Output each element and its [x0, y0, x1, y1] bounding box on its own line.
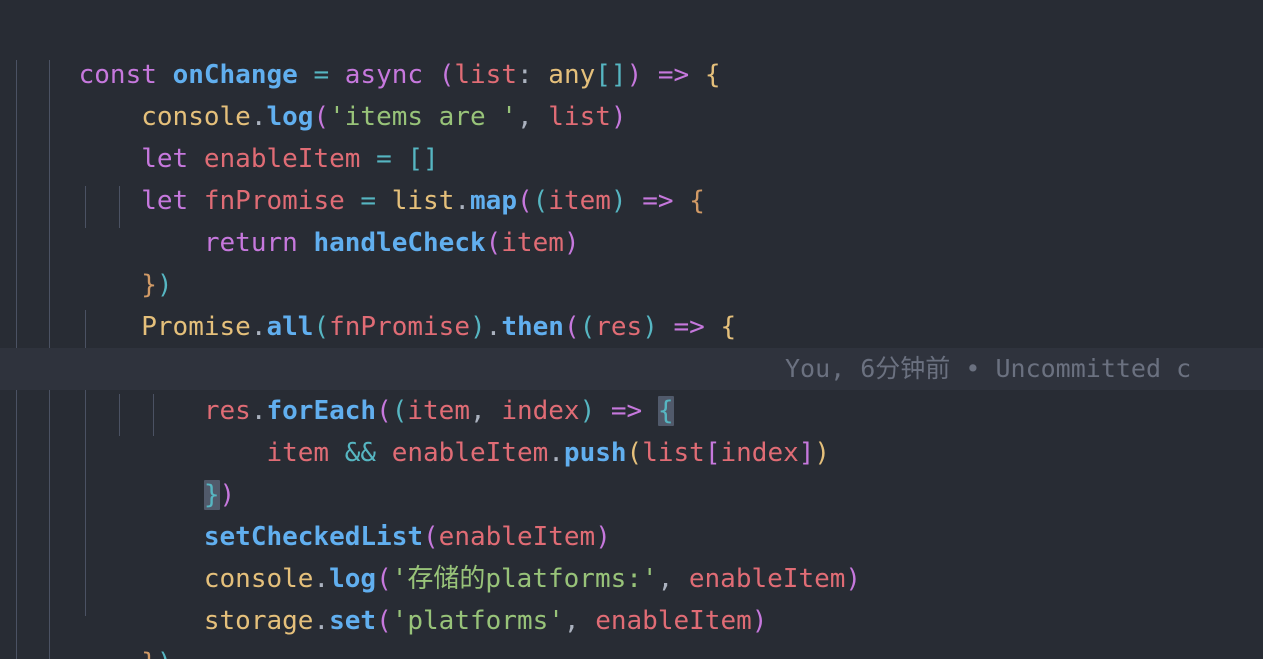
code-line-storage-set[interactable]: storage.set('platforms', enableItem) [0, 558, 1263, 636]
code-line-console-items-are[interactable]: console.log('items are ', list) [0, 54, 1263, 132]
code-line-return-handlecheck[interactable]: return handleCheck(item) [0, 180, 1263, 258]
code-line-close-then[interactable]: }) [0, 600, 1263, 659]
code-line-promise-all-then[interactable]: Promise.all(fnPromise).then((res) => { [0, 264, 1263, 342]
code-line-console-cunchu[interactable]: console.log('存储的platforms:', enableItem) [0, 516, 1263, 594]
code-line-setcheckedlist[interactable]: setCheckedList(enableItem) [0, 474, 1263, 552]
code-line-let-fnpromise[interactable]: let fnPromise = list.map((item) => { [0, 138, 1263, 216]
token-bracket-brace-close: } [141, 648, 157, 659]
code-line-close-foreach[interactable]: }) [0, 432, 1263, 510]
code-line-console-panduan[interactable]: console.log('判断结果是', res) [0, 306, 1263, 384]
code-line-res-foreach[interactable]: res.forEach((item, index) => { You, 6分钟前… [0, 348, 1263, 426]
code-line-let-enableitem[interactable]: let enableItem = [] [0, 96, 1263, 174]
gitlens-blame-annotation: You, 6分钟前 • Uncommitted c [785, 348, 1191, 390]
blame-text: You, 6分钟前 • Uncommitted c [785, 354, 1192, 383]
code-editor-viewport[interactable]: // 同步下台选择变化 const onChange = async (list… [0, 0, 1263, 659]
code-line-item-push[interactable]: item && enableItem.push(list[index]) [0, 390, 1263, 468]
code-line-const-onchange[interactable]: const onChange = async (list: any[]) => … [0, 12, 1263, 90]
token-bracket-paren-close: ) [157, 648, 173, 659]
code-line-close-map[interactable]: }) [0, 222, 1263, 300]
